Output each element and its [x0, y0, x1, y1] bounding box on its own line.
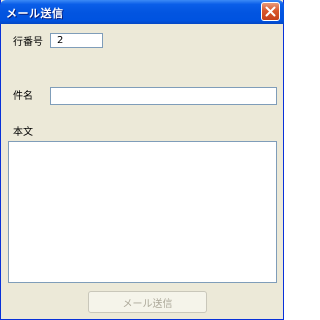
subject-label: 件名: [13, 91, 33, 102]
close-button[interactable]: [261, 2, 280, 21]
title-bar[interactable]: メール送信: [0, 0, 284, 24]
row-number-field[interactable]: [50, 33, 103, 48]
window-title: メール送信: [6, 7, 64, 20]
row-number-label: 行番号: [13, 37, 43, 48]
body-label: 本文: [13, 127, 33, 138]
subject-input[interactable]: [50, 87, 277, 105]
send-mail-button[interactable]: メール送信: [88, 291, 207, 313]
body-textarea[interactable]: [8, 141, 277, 283]
mail-send-dialog: メール送信 行番号 件名 本文 メール送信: [0, 0, 284, 320]
